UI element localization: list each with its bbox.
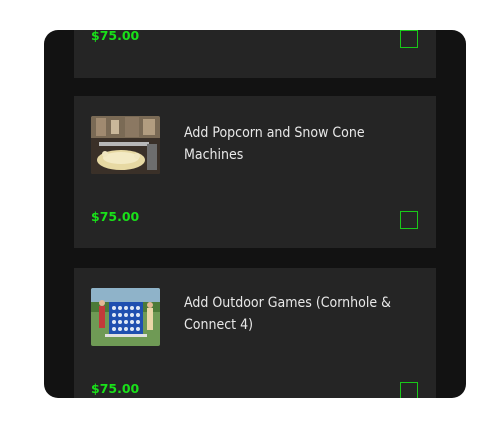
addon-checkbox[interactable] (400, 382, 418, 398)
popcorn-machine-image (91, 116, 160, 174)
addon-price: $75.00 (91, 30, 140, 43)
addon-card-popcorn: Add Popcorn and Snow Cone Machines $75.0… (74, 96, 436, 248)
addon-title: Add Outdoor Games (Cornhole & Connect 4) (184, 295, 391, 333)
addon-price: $75.00 (91, 381, 140, 396)
addon-card: $75.00 (74, 30, 436, 78)
addon-title: Add Popcorn and Snow Cone Machines (184, 125, 365, 163)
addon-list-panel: $75.00 Add Popcorn and Snow Cone Machine (44, 30, 466, 398)
addon-price: $75.00 (91, 209, 140, 224)
addon-card-outdoor-games: Add Outdoor Games (Cornhole & Connect 4)… (74, 268, 436, 398)
outdoor-games-image (91, 288, 160, 346)
addon-checkbox[interactable] (400, 30, 418, 48)
addon-checkbox[interactable] (400, 211, 418, 229)
